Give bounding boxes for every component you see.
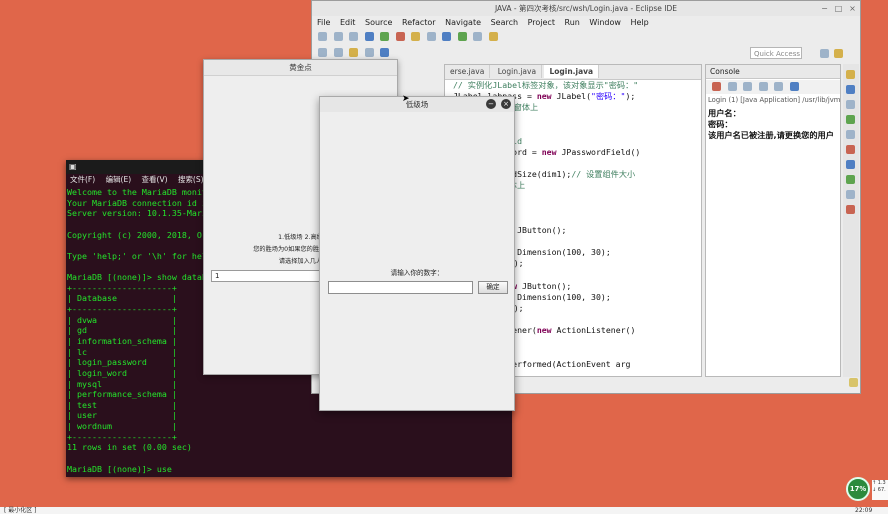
- code-line: // 实例化JLabel标签对象，该对象显示"密码：": [453, 80, 639, 90]
- menu-navigate[interactable]: Navigate: [445, 18, 481, 27]
- minimize-icon[interactable]: −: [820, 4, 829, 13]
- menu-edit[interactable]: Edit: [340, 18, 356, 27]
- bookmarks-icon[interactable]: [846, 205, 855, 214]
- remove-launch-icon[interactable]: [727, 82, 737, 91]
- terminate-icon[interactable]: [712, 82, 721, 91]
- mouse-cursor-icon: ➤: [402, 94, 410, 104]
- confirm-button[interactable]: 确定: [478, 281, 508, 294]
- display-console-icon[interactable]: [789, 82, 799, 91]
- terminal-line: | user |: [67, 410, 177, 421]
- forward-icon[interactable]: [333, 48, 343, 57]
- external-tools-icon[interactable]: [473, 32, 483, 41]
- problems-icon[interactable]: [846, 100, 855, 109]
- annotation-icon[interactable]: [349, 48, 359, 57]
- terminal-line: MariaDB [(none)]> use: [67, 463, 177, 474]
- menu-search[interactable]: Search: [491, 18, 518, 27]
- console-line: 该用户名已被注册,请更换您的用户: [708, 130, 834, 140]
- menu-source[interactable]: Source: [365, 18, 392, 27]
- error-log-icon[interactable]: [846, 145, 855, 154]
- console-view[interactable]: Console Login (1) [Java Application] /us…: [705, 64, 841, 377]
- tab-editor-file-1[interactable]: erse.java: [445, 65, 491, 78]
- console-line: 密码：: [708, 119, 733, 129]
- new-class-icon[interactable]: [489, 32, 499, 41]
- print-icon[interactable]: [349, 32, 359, 41]
- net-up: ↑ 1.3: [872, 480, 886, 486]
- terminal-line: +--------------------+: [67, 431, 177, 442]
- eclipse-menubar: File Edit Source Refactor Navigate Searc…: [312, 16, 651, 29]
- network-speed: ↑ 1.3 ↓ 67.: [872, 480, 888, 500]
- number-prompt: 请输入你的数字：: [390, 269, 444, 277]
- net-down: ↓ 67.: [872, 487, 886, 493]
- console-toolbar: [706, 80, 840, 94]
- tray-note-icon[interactable]: [849, 378, 858, 387]
- right-trim-toolbar: [843, 64, 859, 377]
- pin-console-icon[interactable]: [774, 82, 784, 91]
- java-perspective-icon[interactable]: [834, 49, 843, 58]
- terminal-menu-search[interactable]: 搜索(S): [178, 175, 204, 184]
- clear-console-icon[interactable]: [743, 82, 753, 91]
- console-line: 用户名：: [708, 108, 741, 118]
- terminal-menu-file[interactable]: 文件(F): [70, 175, 95, 184]
- number-input[interactable]: [328, 281, 473, 294]
- task-list-icon[interactable]: [846, 85, 855, 94]
- tab-editor-file-active[interactable]: Login.java: [544, 65, 600, 78]
- toggle-mark-icon[interactable]: [380, 48, 390, 57]
- save-icon[interactable]: [333, 32, 343, 41]
- taskbar: [ 最小化区 ] 22:09: [0, 507, 888, 514]
- menu-file[interactable]: File: [317, 18, 330, 27]
- main-toolbar: [316, 30, 856, 44]
- menu-help[interactable]: Help: [631, 18, 649, 27]
- room-window-title[interactable]: 低级场: [320, 97, 514, 112]
- outline-icon[interactable]: [846, 70, 855, 79]
- history-icon[interactable]: [846, 190, 855, 199]
- stop-icon[interactable]: [395, 32, 405, 41]
- menu-project[interactable]: Project: [528, 18, 555, 27]
- terminal-menu-view[interactable]: 查看(V): [142, 175, 168, 184]
- cpu-percent: 17%: [849, 485, 867, 493]
- terminal-line: | wordnum |: [67, 421, 177, 432]
- debug-icon[interactable]: [364, 32, 374, 41]
- close-icon[interactable]: ×: [501, 99, 511, 109]
- declaration-icon[interactable]: [846, 130, 855, 139]
- menu-refactor[interactable]: Refactor: [402, 18, 436, 27]
- search-icon[interactable]: [442, 32, 452, 41]
- maximize-icon[interactable]: □: [834, 4, 843, 13]
- console-output[interactable]: 用户名： 密码： 该用户名已被注册,请更换您的用户: [708, 108, 840, 141]
- console-launch-label: Login (1) [Java Application] /usr/lib/jv…: [708, 96, 841, 104]
- new-file-icon[interactable]: [318, 32, 327, 41]
- run-icon[interactable]: [380, 32, 390, 41]
- tab-console[interactable]: Console: [706, 65, 840, 79]
- open-type-icon[interactable]: [426, 32, 436, 41]
- search-view-icon[interactable]: [846, 160, 855, 169]
- minimize-icon[interactable]: −: [486, 99, 496, 109]
- cpu-gauge[interactable]: 17%: [846, 477, 870, 501]
- tab-editor-file-2[interactable]: Login.java: [493, 65, 543, 78]
- new-package-icon[interactable]: [411, 32, 421, 41]
- editor-tabs: erse.java Login.java Login.java: [445, 65, 701, 80]
- eclipse-titlebar: JAVA - 第四次考核/src/wsh/Login.java - Eclips…: [312, 1, 860, 16]
- taskbar-clock: 22:09: [855, 507, 873, 514]
- progress-icon[interactable]: [846, 175, 855, 184]
- menu-window[interactable]: Window: [589, 18, 621, 27]
- terminal-line: 11 rows in set (0.00 sec): [67, 442, 192, 453]
- taskbar-left-label[interactable]: [ 最小化区 ]: [4, 507, 37, 514]
- run-last-icon[interactable]: [457, 32, 467, 41]
- close-icon[interactable]: ×: [848, 4, 857, 13]
- pin-icon[interactable]: [364, 48, 374, 57]
- terminal-icon: ▣: [69, 162, 77, 171]
- back-icon[interactable]: [318, 48, 327, 57]
- menu-run[interactable]: Run: [565, 18, 580, 27]
- open-perspective-icon[interactable]: [820, 49, 829, 58]
- quick-access-input[interactable]: Quick Access: [750, 47, 802, 59]
- low-level-room-window[interactable]: 低级场 − × 请输入你的数字： 确定: [319, 96, 515, 411]
- console-tab-label: Console: [710, 67, 740, 76]
- javadoc-icon[interactable]: [846, 115, 855, 124]
- gold-window-title[interactable]: 黄金点: [204, 60, 397, 76]
- terminal-menu-edit[interactable]: 编辑(E): [106, 175, 132, 184]
- scroll-lock-icon[interactable]: [758, 82, 768, 91]
